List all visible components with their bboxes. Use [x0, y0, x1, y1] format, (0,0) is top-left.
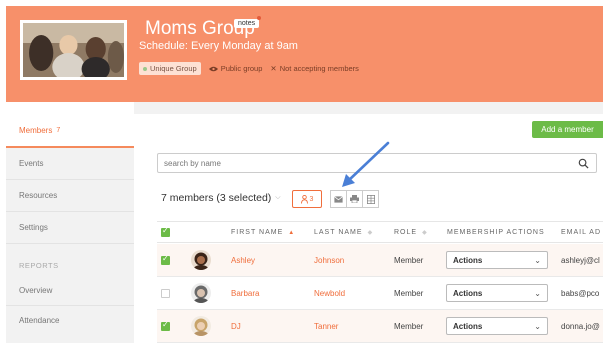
column-role[interactable]: ROLE ◆	[394, 229, 428, 236]
group-schedule: Schedule: Every Monday at 9am	[139, 40, 298, 52]
selected-count: 3	[309, 195, 314, 203]
avatar	[191, 250, 211, 270]
visibility-label: Public group	[220, 64, 263, 73]
role-text: Member	[394, 256, 424, 265]
visibility-status: Public group	[208, 64, 263, 73]
annotation-arrow-icon	[342, 141, 390, 187]
members-count-badge: 7	[56, 127, 61, 134]
group-badges: Unique Group Public group ✕ Not acceptin…	[139, 62, 359, 75]
email-text: donna.jo@	[561, 322, 600, 331]
sidebar: Members 7 Events Resources Settings REPO…	[6, 102, 134, 343]
add-member-button[interactable]: Add a member	[532, 121, 603, 138]
membership-actions-select[interactable]: Actions ⌄	[446, 284, 548, 302]
select-all-checkbox[interactable]	[161, 226, 170, 237]
chevron-down-icon: ⌄	[534, 288, 541, 298]
status-dot-icon	[143, 66, 147, 71]
chevron-down-icon: ⌵	[275, 194, 281, 201]
print-button[interactable]	[346, 190, 363, 208]
export-button[interactable]	[362, 190, 379, 208]
sidebar-item-members[interactable]: Members 7	[6, 115, 134, 148]
group-photo	[20, 20, 127, 80]
sort-icon: ◆	[367, 230, 374, 236]
envelope-icon	[334, 195, 343, 203]
bulk-action-group	[330, 190, 379, 208]
members-count-label: 7 members (3 selected)	[161, 192, 272, 204]
table-row[interactable]: Ashley Johnson Member Actions ⌄ ashleyj@…	[157, 244, 603, 277]
sidebar-item-attendance[interactable]: Attendance	[6, 306, 134, 334]
sidebar-item-label: Members	[19, 126, 53, 135]
row-checkbox[interactable]	[161, 289, 170, 298]
table-row[interactable]: DJ Tanner Member Actions ⌄ donna.jo@	[157, 310, 603, 343]
membership-actions-select[interactable]: Actions ⌄	[446, 251, 548, 269]
x-icon: ✕	[270, 64, 277, 73]
sidebar-item-label: Attendance	[19, 315, 60, 325]
selected-people-button[interactable]: 3	[292, 190, 322, 208]
role-text: Member	[394, 289, 424, 298]
first-name-link[interactable]: DJ	[231, 322, 241, 331]
chevron-down-icon: ⌄	[534, 321, 541, 331]
person-icon	[300, 194, 308, 204]
avatar	[191, 283, 211, 303]
sidebar-item-overview[interactable]: Overview	[6, 276, 134, 306]
last-name-link[interactable]: Newbold	[314, 289, 345, 298]
email-text: ashleyj@cl	[561, 256, 600, 265]
column-first-name[interactable]: FIRST NAME ▲	[231, 229, 295, 236]
search-icon[interactable]	[578, 158, 589, 169]
email-button[interactable]	[330, 190, 347, 208]
first-name-link[interactable]: Ashley	[231, 256, 255, 265]
unique-group-label: Unique Group	[150, 64, 197, 73]
table-header: FIRST NAME▲ LAST NAME◆ ROLE◆ MEMBERSHIP …	[157, 221, 603, 243]
row-checkbox[interactable]	[161, 320, 170, 331]
sidebar-item-label: Events	[19, 159, 44, 168]
email-text: babs@pco	[561, 289, 600, 298]
notes-indicator-dot	[257, 16, 261, 20]
sidebar-item-resources[interactable]: Resources	[6, 180, 134, 212]
eye-icon	[208, 66, 218, 71]
sort-up-icon: ▲	[288, 230, 296, 236]
avatar	[191, 316, 211, 336]
notes-tag[interactable]: notes	[234, 19, 260, 28]
sidebar-item-label: Overview	[19, 286, 53, 295]
column-email[interactable]: EMAIL AD	[561, 229, 601, 236]
reports-heading: REPORTS	[19, 261, 59, 270]
membership-actions-select[interactable]: Actions ⌄	[446, 317, 548, 335]
printer-icon	[350, 195, 359, 203]
role-text: Member	[394, 322, 424, 331]
spreadsheet-icon	[366, 194, 375, 204]
last-name-link[interactable]: Tanner	[314, 322, 338, 331]
last-name-link[interactable]: Johnson	[314, 256, 344, 265]
sidebar-item-label: Resources	[19, 191, 58, 200]
accepting-label: Not accepting members	[279, 64, 359, 73]
sidebar-item-events[interactable]: Events	[6, 148, 134, 180]
first-name-link[interactable]: Barbara	[231, 289, 259, 298]
unique-group-badge: Unique Group	[139, 62, 201, 75]
sort-icon: ◆	[422, 230, 428, 236]
column-membership-actions: MEMBERSHIP ACTIONS	[447, 229, 545, 236]
row-checkbox[interactable]	[161, 254, 170, 265]
column-last-name[interactable]: LAST NAME ◆	[314, 229, 373, 236]
group-header: Moms Group	[6, 6, 603, 102]
accepting-status: ✕ Not accepting members	[270, 64, 359, 73]
sidebar-item-settings[interactable]: Settings	[6, 212, 134, 244]
sidebar-item-label: Settings	[19, 223, 48, 232]
members-count[interactable]: 7 members (3 selected) ⌵	[161, 192, 281, 204]
chevron-down-icon: ⌄	[534, 255, 541, 265]
table-row[interactable]: Barbara Newbold Member Actions ⌄ babs@pc…	[157, 277, 603, 310]
